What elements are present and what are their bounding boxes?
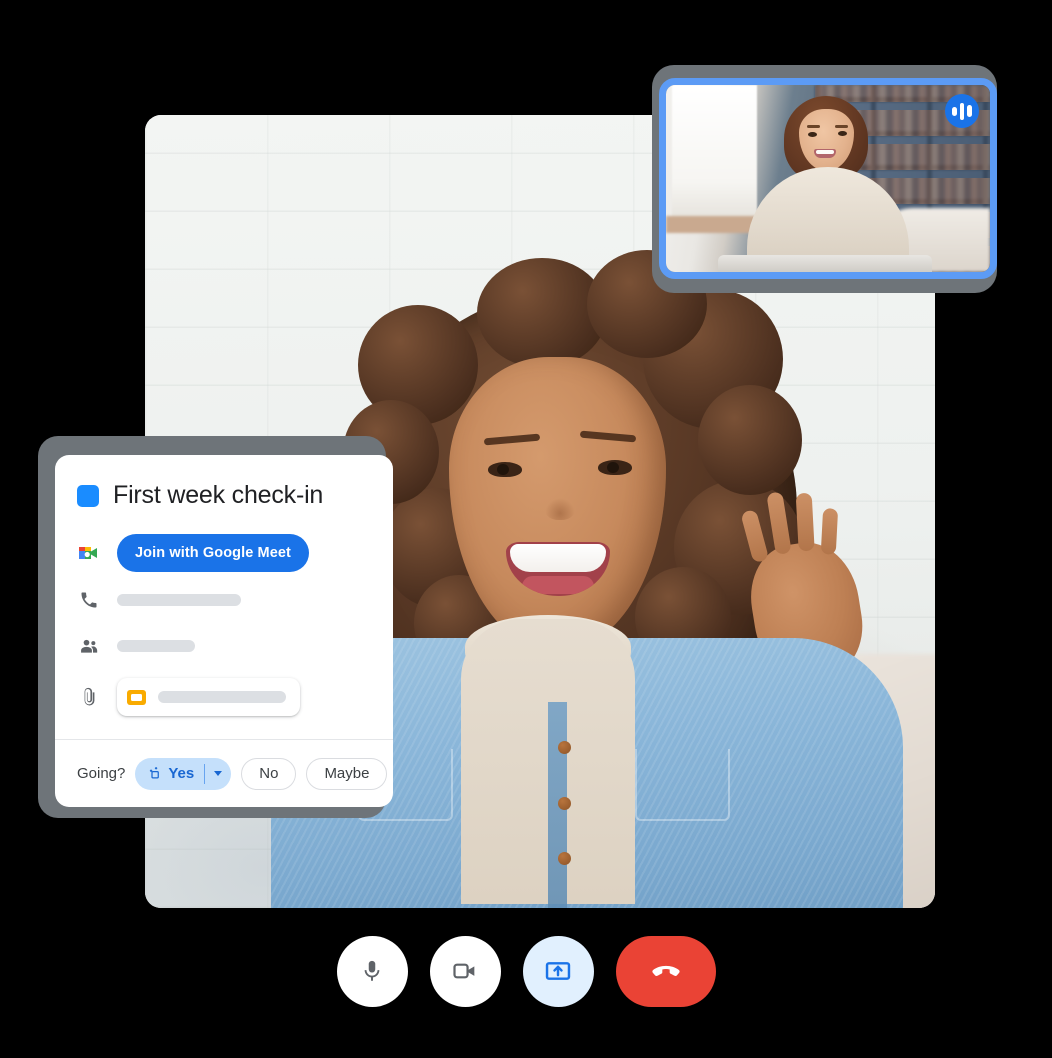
slides-file-icon xyxy=(127,689,146,705)
calendar-event-card: First week check-in Join with Google Mee… xyxy=(55,455,393,807)
phone-row xyxy=(77,582,371,618)
phone-icon xyxy=(77,590,101,610)
teeth-shape xyxy=(509,543,606,572)
audio-bar xyxy=(959,102,965,120)
rsvp-maybe-button[interactable]: Maybe xyxy=(306,757,388,790)
pip-eyebrow-left xyxy=(806,125,820,129)
pip-laptop-shape xyxy=(717,255,932,272)
nose-shape xyxy=(544,497,575,520)
pip-eye-left xyxy=(807,131,817,137)
join-with-google-meet-button[interactable]: Join with Google Meet xyxy=(117,534,309,572)
rsvp-yes-label: Yes xyxy=(168,765,195,782)
attachment-icon xyxy=(77,687,101,707)
rsvp-yes-button[interactable]: Yes xyxy=(135,757,232,790)
call-control-bar xyxy=(0,932,1052,1010)
finger xyxy=(795,493,815,553)
join-row: Join with Google Meet xyxy=(77,534,371,572)
mouth-shape xyxy=(505,541,610,596)
camera-button[interactable] xyxy=(429,935,501,1007)
eye-right xyxy=(597,459,632,475)
speaking-indicator xyxy=(945,94,979,128)
eye-left xyxy=(488,462,523,478)
pip-mouth-shape xyxy=(814,148,837,158)
meet-composite-scene: First week check-in Join with Google Mee… xyxy=(0,0,1052,1058)
end-call-button[interactable] xyxy=(615,935,716,1007)
going-label: Going? xyxy=(77,765,126,782)
hair-curl xyxy=(698,384,802,495)
eyebrow-left xyxy=(483,433,541,446)
rsvp-footer: Going? Yes No Maybe xyxy=(55,739,393,807)
jacket-pocket-right xyxy=(634,749,730,821)
finger xyxy=(821,508,839,556)
rsvp-yes-main[interactable]: Yes xyxy=(135,758,204,790)
tongue-shape xyxy=(521,575,594,594)
chevron-down-icon[interactable] xyxy=(205,758,231,790)
present-screen-button[interactable] xyxy=(522,935,594,1007)
event-card-body: First week check-in Join with Google Mee… xyxy=(55,455,393,716)
attachment-name-placeholder xyxy=(158,691,286,703)
pip-eye-right xyxy=(838,130,848,136)
audio-bar xyxy=(967,105,972,117)
slides-inner-rect xyxy=(131,693,142,701)
microphone-button[interactable] xyxy=(336,935,408,1007)
event-color-chip xyxy=(77,484,99,507)
present-screen-icon xyxy=(545,962,571,980)
phone-value-placeholder xyxy=(117,594,241,606)
pip-eyebrow-right xyxy=(835,124,849,128)
eyebrow-right xyxy=(579,430,637,443)
microphone-icon xyxy=(364,960,380,981)
google-meet-icon xyxy=(77,543,101,563)
video-camera-icon xyxy=(453,963,475,979)
people-icon xyxy=(77,636,101,656)
phone-hangup-icon xyxy=(651,965,680,977)
self-view-video[interactable] xyxy=(659,78,997,279)
guests-value-placeholder xyxy=(117,640,195,652)
rsvp-location-icon xyxy=(150,766,160,779)
attachment-chip[interactable] xyxy=(117,678,300,716)
pip-participant-figure xyxy=(666,85,990,272)
event-title-row: First week check-in xyxy=(77,481,371,510)
attachment-row xyxy=(77,678,371,716)
audio-bar xyxy=(952,106,957,116)
rsvp-no-button[interactable]: No xyxy=(241,757,297,790)
caret-shape xyxy=(214,771,223,776)
guests-row xyxy=(77,628,371,664)
rsvp-divider xyxy=(204,763,206,784)
event-title: First week check-in xyxy=(113,481,324,509)
